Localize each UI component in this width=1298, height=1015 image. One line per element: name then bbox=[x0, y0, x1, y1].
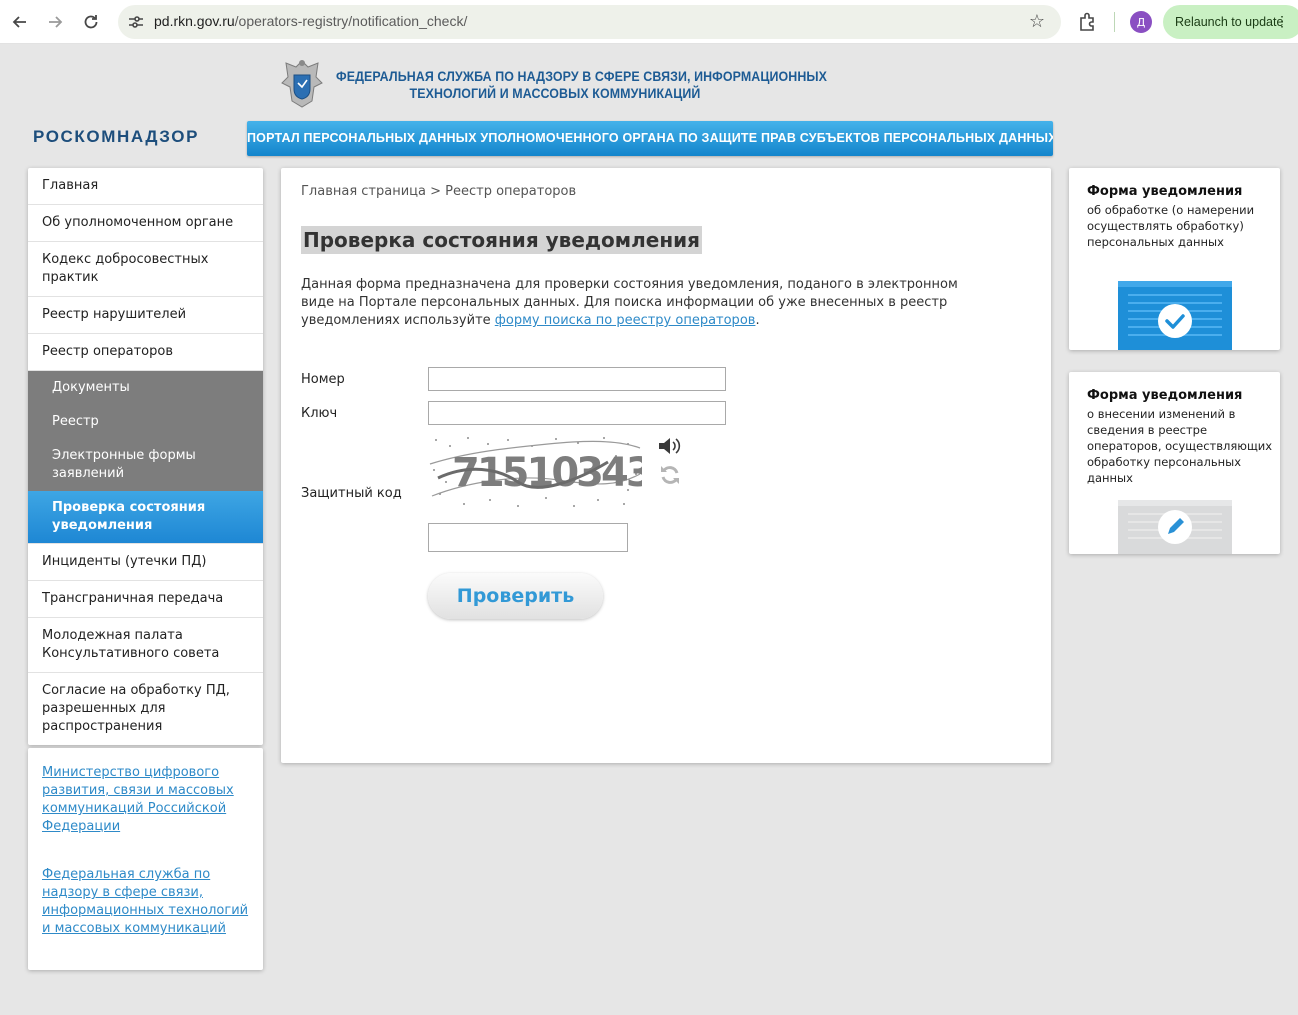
site-settings-icon[interactable] bbox=[126, 12, 146, 32]
check-button[interactable]: Проверить bbox=[428, 573, 603, 619]
captcha-input[interactable] bbox=[428, 523, 628, 552]
sidebar-item-violators[interactable]: Реестр нарушителей bbox=[28, 297, 263, 334]
sidebar-subitem-electronic-forms[interactable]: Электронные формы заявлений bbox=[28, 439, 263, 491]
relaunch-button[interactable]: Relaunch to update ⋮ bbox=[1163, 5, 1298, 39]
breadcrumb[interactable]: Главная страница > Реестр операторов bbox=[301, 184, 576, 199]
agency-link[interactable]: Федеральная служба по надзору в сфере св… bbox=[42, 866, 249, 938]
sidebar-item-incidents[interactable]: Инциденты (утечки ПД) bbox=[28, 544, 263, 581]
operators-search-link[interactable]: форму поиска по реестру операторов bbox=[495, 313, 756, 328]
page-title: Проверка состояния уведомления bbox=[301, 226, 703, 254]
card-text: об обработке (о намерении осуществлять о… bbox=[1087, 203, 1255, 249]
sidebar-item-about[interactable]: Об уполномоченном органе bbox=[28, 205, 263, 242]
card-title: Форма уведомления bbox=[1087, 184, 1243, 199]
sidebar-nav: Главная Об уполномоченном органе Кодекс … bbox=[28, 168, 263, 745]
emblem-icon bbox=[281, 60, 323, 108]
sidebar-subitem-documents[interactable]: Документы bbox=[28, 371, 263, 405]
bookmark-star-icon[interactable]: ☆ bbox=[1029, 11, 1045, 32]
brand-logo-text[interactable]: РОСКОМНАДЗОР bbox=[33, 127, 199, 147]
toolbar-separator bbox=[1114, 12, 1115, 32]
url-text: pd.rkn.gov.ru/operators-registry/notific… bbox=[154, 13, 468, 29]
captcha-image: 71510343 bbox=[428, 434, 642, 512]
captcha-code-text: 71510343 bbox=[452, 450, 642, 496]
number-label: Номер bbox=[301, 372, 345, 387]
external-links-box: Министерство цифрового развития, связи и… bbox=[28, 748, 263, 970]
sidebar-subitem-registry[interactable]: Реестр bbox=[28, 405, 263, 439]
forward-icon[interactable] bbox=[43, 10, 67, 34]
key-input[interactable] bbox=[428, 401, 726, 425]
main-content: Главная страница > Реестр операторов Про… bbox=[281, 168, 1051, 763]
reload-icon[interactable] bbox=[79, 10, 103, 34]
number-input[interactable] bbox=[428, 367, 726, 391]
ministry-link[interactable]: Министерство цифрового развития, связи и… bbox=[42, 764, 249, 836]
sidebar-item-home[interactable]: Главная bbox=[28, 168, 263, 205]
address-bar[interactable]: pd.rkn.gov.ru/operators-registry/notific… bbox=[118, 5, 1061, 39]
notification-form-card[interactable]: Форма уведомления об обработке (о намере… bbox=[1069, 168, 1280, 350]
portal-banner: ПОРТАЛ ПЕРСОНАЛЬНЫХ ДАННЫХ УПОЛНОМОЧЕННО… bbox=[247, 121, 1053, 156]
card-text: о внесении изменений в сведения в реестр… bbox=[1087, 407, 1273, 485]
speaker-icon[interactable] bbox=[656, 434, 684, 458]
back-icon[interactable] bbox=[8, 10, 32, 34]
changes-form-card[interactable]: Форма уведомления о внесении изменений в… bbox=[1069, 372, 1280, 554]
check-icon bbox=[1118, 281, 1232, 350]
sidebar-item-consent[interactable]: Согласие на обработку ПД, разрешенных дл… bbox=[28, 673, 263, 745]
sidebar-item-code[interactable]: Кодекс добросовестных практик bbox=[28, 242, 263, 297]
captcha-label: Защитный код bbox=[301, 486, 402, 501]
relaunch-label: Relaunch to update bbox=[1175, 15, 1284, 29]
sidebar-item-crossborder[interactable]: Трансграничная передача bbox=[28, 581, 263, 618]
menu-dots-icon[interactable]: ⋮ bbox=[1275, 13, 1289, 30]
key-label: Ключ bbox=[301, 406, 338, 421]
pencil-icon bbox=[1118, 500, 1232, 554]
extensions-icon[interactable] bbox=[1076, 10, 1100, 34]
profile-avatar[interactable]: Д bbox=[1130, 11, 1152, 33]
intro-text: Данная форма предназначена для проверки … bbox=[301, 277, 958, 328]
sidebar-item-youth-chamber[interactable]: Молодежная палата Консультативного совет… bbox=[28, 618, 263, 673]
refresh-captcha-icon[interactable] bbox=[658, 463, 682, 487]
browser-toolbar: pd.rkn.gov.ru/operators-registry/notific… bbox=[0, 0, 1298, 44]
sidebar-item-operators-registry[interactable]: Реестр операторов bbox=[28, 334, 263, 371]
sidebar-subitem-notification-check[interactable]: Проверка состояния уведомления bbox=[28, 491, 263, 544]
card-title: Форма уведомления bbox=[1087, 388, 1243, 403]
agency-title: ФЕДЕРАЛЬНАЯ СЛУЖБА ПО НАДЗОРУ В СФЕРЕ СВ… bbox=[336, 69, 828, 101]
